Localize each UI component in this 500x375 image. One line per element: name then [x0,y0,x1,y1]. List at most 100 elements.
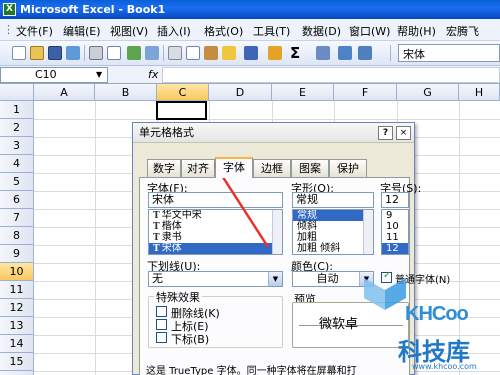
spelling-icon[interactable] [127,46,141,60]
column-header[interactable]: C [157,84,209,101]
list-item[interactable]: 11 [382,232,408,243]
strikethrough-checkbox[interactable] [156,306,167,317]
font-name-list[interactable]: T 华文中宋 T 楷体 T 隶书 T 宋体 [148,209,283,255]
list-item[interactable]: 10 [382,221,408,232]
print-icon[interactable] [89,46,103,60]
tab-font[interactable]: 字体 [215,157,253,178]
row-header[interactable]: 8 [0,227,34,245]
permission-icon[interactable] [66,46,80,60]
research-icon[interactable] [145,46,159,60]
list-item[interactable]: 加粗 [293,232,373,243]
gridline [95,101,96,375]
row-header[interactable]: 7 [0,209,34,227]
insert-function-icon[interactable]: fx [148,68,158,81]
font-style-list[interactable]: 常规 倾斜 加粗 加粗 倾斜 [292,209,374,255]
font-size-list[interactable]: 9 10 11 12 [381,209,409,255]
row-header[interactable]: 14 [0,335,34,353]
row-header[interactable]: 5 [0,173,34,191]
tab-number[interactable]: 数字 [147,159,181,177]
truetype-note: 这是 TrueType 字体。同一种字体将在屏幕和打 [146,366,357,375]
row-header[interactable]: 10 [0,263,34,281]
formula-input[interactable] [162,67,500,83]
menu-data[interactable]: 数据(D) [302,23,341,39]
chevron-down-icon[interactable]: ▼ [268,272,282,286]
column-header[interactable]: B [95,84,157,101]
font-name-box[interactable]: 宋体 [398,44,500,62]
column-header[interactable]: A [34,84,95,101]
scrollbar[interactable] [363,210,373,254]
scrollbar[interactable] [272,210,282,254]
tab-border[interactable]: 边框 [253,159,291,177]
column-header[interactable]: H [459,84,500,101]
chevron-down-icon[interactable]: ▼ [96,70,102,79]
font-size-input[interactable]: 12 [381,192,409,208]
dialog-title: 单元格格式 [139,126,194,139]
sort-icon[interactable] [316,46,330,60]
font-style-input[interactable]: 常规 [292,192,374,208]
subscript-checkbox[interactable] [156,332,167,343]
paste-icon[interactable] [204,46,218,60]
hyperlink-icon[interactable] [268,46,282,60]
row-header[interactable]: 6 [0,191,34,209]
name-box[interactable]: C10 [0,67,108,83]
drawing-icon[interactable] [358,46,372,60]
khcoo-logo-icon [364,278,406,310]
column-header[interactable]: D [209,84,272,101]
tab-patterns[interactable]: 图案 [291,159,329,177]
tab-alignment[interactable]: 对齐 [181,159,215,177]
save-icon[interactable] [48,46,62,60]
copy-icon[interactable] [186,46,200,60]
menu-help[interactable]: 帮助(H) [397,23,436,39]
column-header[interactable]: F [334,84,397,101]
row-header[interactable]: 9 [0,245,34,263]
undo-icon[interactable] [244,46,258,60]
watermark-brand: KHCoo [405,303,469,325]
superscript-checkbox[interactable] [156,319,167,330]
row-header[interactable]: 15 [0,353,34,371]
font-name-input[interactable]: 宋体 [148,192,283,208]
close-button[interactable]: × [396,126,411,140]
open-icon[interactable] [30,46,44,60]
menu-window[interactable]: 窗口(W) [349,23,390,39]
menu-tools[interactable]: 工具(T) [253,23,290,39]
row-header[interactable]: 4 [0,155,34,173]
list-item-selected[interactable]: 常规 [293,210,373,221]
list-item[interactable]: T 华文中宋 [149,210,282,221]
row-header[interactable]: 16 [0,371,34,375]
list-item-selected[interactable]: T 宋体 [149,243,282,254]
select-all-corner[interactable] [0,84,34,101]
gridline [34,119,500,120]
row-header[interactable]: 2 [0,119,34,137]
format-painter-icon[interactable] [222,46,236,60]
new-icon[interactable] [12,46,26,60]
list-item[interactable]: T 隶书 [149,232,282,243]
menu-view[interactable]: 视图(V) [110,23,148,39]
list-item[interactable]: 倾斜 [293,221,373,232]
row-header[interactable]: 11 [0,281,34,299]
print-preview-icon[interactable] [107,46,121,60]
column-header[interactable]: G [397,84,459,101]
toolbar-separator [84,45,85,61]
autosum-icon[interactable]: Σ [290,44,300,62]
row-header[interactable]: 12 [0,299,34,317]
list-item[interactable]: 加粗 倾斜 [293,243,373,254]
list-item[interactable]: T 楷体 [149,221,282,232]
cut-icon[interactable] [168,46,182,60]
row-header[interactable]: 3 [0,137,34,155]
dialog-title-bar: 单元格格式 [133,123,414,143]
chart-wizard-icon[interactable] [338,46,352,60]
underline-select[interactable]: 无 ▼ [148,271,283,287]
menu-format[interactable]: 格式(O) [204,23,243,39]
menu-insert[interactable]: 插入(I) [157,23,191,39]
row-header[interactable]: 13 [0,317,34,335]
list-item[interactable]: 9 [382,210,408,221]
list-item-selected[interactable]: 12 [382,243,408,254]
tab-protection[interactable]: 保护 [329,159,367,177]
truetype-icon: T [153,233,160,243]
row-header[interactable]: 1 [0,101,34,119]
menu-file[interactable]: 文件(F) [16,23,53,39]
column-header[interactable]: E [272,84,334,101]
menu-edit[interactable]: 编辑(E) [63,23,101,39]
help-button[interactable]: ? [378,126,393,140]
menu-macro[interactable]: 宏腾飞 [446,23,479,39]
